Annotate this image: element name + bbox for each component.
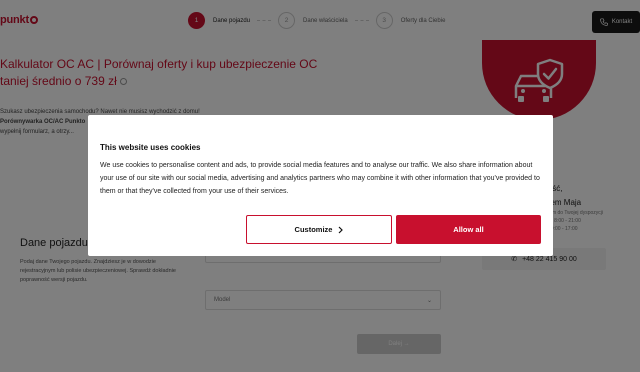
customize-button[interactable]: Customize (246, 215, 392, 244)
cookie-consent-dialog: This website uses cookies We use cookies… (88, 115, 553, 256)
chevron-right-icon (339, 226, 344, 233)
allow-all-button[interactable]: Allow all (396, 215, 541, 244)
cookie-dialog-title: This website uses cookies (100, 143, 201, 152)
cookie-dialog-body: We use cookies to personalise content an… (100, 162, 540, 195)
customize-label: Customize (294, 225, 333, 234)
